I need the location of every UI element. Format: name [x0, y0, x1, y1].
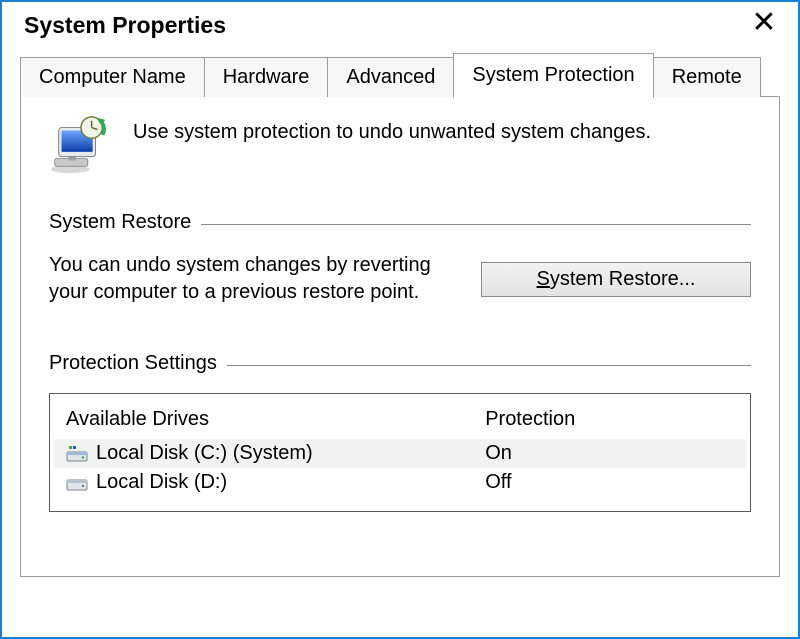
drives-listbox[interactable]: Available Drives Protection Local Disk (…: [49, 393, 751, 512]
button-text-rest: ystem Restore...: [550, 268, 696, 290]
drive-row[interactable]: Local Disk (C:) (System) On: [54, 439, 746, 468]
column-header-protection: Protection: [481, 408, 762, 431]
drive-status: Off: [481, 471, 762, 494]
tab-system-protection[interactable]: System Protection: [453, 53, 653, 98]
group-header-protection: Protection Settings: [49, 352, 751, 375]
system-protection-icon: [49, 115, 111, 175]
column-header-drives: Available Drives: [54, 408, 481, 431]
restore-description: You can undo system changes by reverting…: [49, 252, 449, 306]
tab-strip: Computer Name Hardware Advanced System P…: [20, 53, 780, 97]
group-divider: [201, 224, 751, 225]
drive-row[interactable]: Local Disk (D:) Off: [54, 468, 746, 497]
drive-icon: [66, 474, 88, 492]
tab-computer-name[interactable]: Computer Name: [20, 57, 205, 97]
tab-advanced[interactable]: Advanced: [327, 57, 454, 97]
system-restore-button[interactable]: System Restore...: [481, 262, 751, 297]
drive-status: On: [481, 442, 762, 465]
tab-remote[interactable]: Remote: [653, 57, 761, 97]
intro-row: Use system protection to undo unwanted s…: [49, 115, 751, 175]
tab-panel: Use system protection to undo unwanted s…: [20, 97, 780, 577]
content: Computer Name Hardware Advanced System P…: [2, 53, 798, 577]
intro-text: Use system protection to undo unwanted s…: [133, 115, 651, 144]
drive-name: Local Disk (D:): [96, 471, 227, 494]
window-title: System Properties: [24, 12, 226, 39]
titlebar: System Properties ✕: [2, 2, 798, 47]
drive-name: Local Disk (C:) (System): [96, 442, 313, 465]
button-mnemonic: S: [537, 268, 550, 290]
group-label-restore: System Restore: [49, 211, 191, 234]
restore-row: You can undo system changes by reverting…: [49, 252, 751, 306]
group-divider: [227, 365, 751, 366]
group-header-restore: System Restore: [49, 211, 751, 234]
drives-header-row: Available Drives Protection: [54, 402, 746, 439]
group-protection-settings: Protection Settings Available Drives Pro…: [49, 352, 751, 512]
drive-icon: [66, 445, 88, 463]
close-button[interactable]: ✕: [744, 12, 784, 34]
group-system-restore: System Restore You can undo system chang…: [49, 211, 751, 306]
group-label-protection: Protection Settings: [49, 352, 217, 375]
tab-hardware[interactable]: Hardware: [204, 57, 329, 97]
